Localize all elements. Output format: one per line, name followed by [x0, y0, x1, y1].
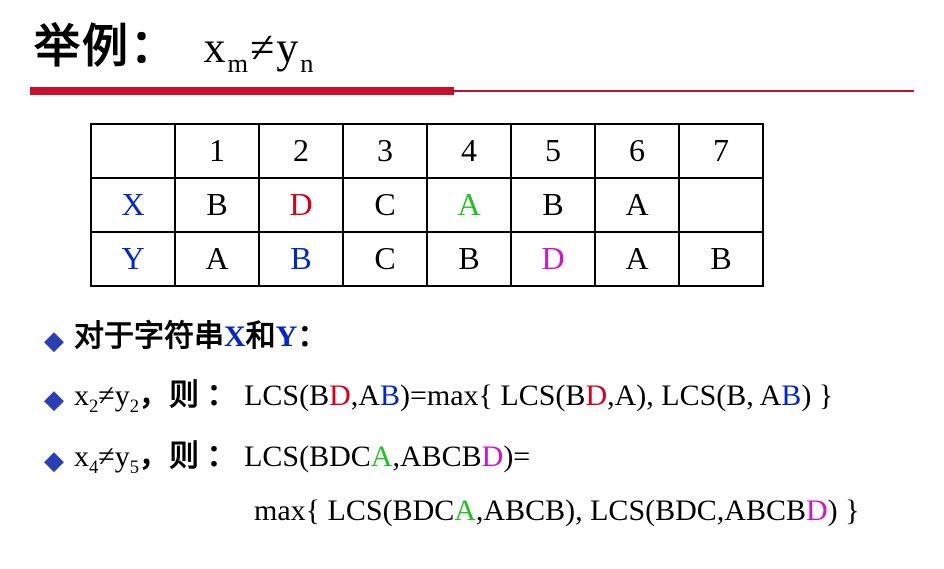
sequence-table: 1 2 3 4 5 6 7 X B D C A B A Y A B C B D … [90, 123, 764, 287]
header-cell [91, 124, 175, 178]
diamond-icon: ◆ [44, 323, 64, 358]
cell: B [259, 232, 343, 286]
cell: A [595, 232, 679, 286]
diamond-icon: ◆ [44, 382, 64, 417]
header-cell: 5 [511, 124, 595, 178]
cell: D [259, 178, 343, 232]
table-row: X B D C A B A [91, 178, 763, 232]
header-cell: 1 [175, 124, 259, 178]
title-equation: xm≠yn [204, 23, 316, 72]
bullet-3: ◆ x4≠y5，则 ： LCS(BDCA,ABCBD)= [44, 437, 914, 480]
diamond-icon: ◆ [44, 443, 64, 478]
bullet-3-text: x4≠y5，则 ： LCS(BDCA,ABCBD)= [74, 437, 530, 480]
slide-title: 举例： xm≠yn [34, 10, 914, 79]
cell [679, 178, 763, 232]
cell: B [511, 178, 595, 232]
title-cn: 举例： [34, 21, 178, 72]
header-cell: 7 [679, 124, 763, 178]
table-header-row: 1 2 3 4 5 6 7 [91, 124, 763, 178]
bullet-1: ◆ 对于字符串X和Y： [44, 317, 914, 358]
bullet-list: ◆ 对于字符串X和Y： ◆ x2≠y2，则 ： LCS(BD,AB)=max{ … [44, 317, 914, 528]
cell: C [343, 232, 427, 286]
cell: B [679, 232, 763, 286]
header-cell: 4 [427, 124, 511, 178]
cell: B [175, 178, 259, 232]
row-label: Y [91, 232, 175, 286]
bullet-1-text: 对于字符串X和Y： [74, 317, 327, 358]
cell: C [343, 178, 427, 232]
bullet-2-text: x2≠y2，则 ： LCS(BD,AB)=max{ LCS(BD,A), LCS… [74, 376, 833, 419]
cell: D [511, 232, 595, 286]
header-cell: 2 [259, 124, 343, 178]
bullet-2: ◆ x2≠y2，则 ： LCS(BD,AB)=max{ LCS(BD,A), L… [44, 376, 914, 419]
table-row: Y A B C B D A B [91, 232, 763, 286]
cell: A [595, 178, 679, 232]
cell: B [427, 232, 511, 286]
header-cell: 3 [343, 124, 427, 178]
header-cell: 6 [595, 124, 679, 178]
bullet-3-continuation: max{ LCS(BDCA,ABCB), LCS(BDC,ABCBD) } [254, 494, 914, 528]
title-rule [30, 87, 914, 95]
slide: 举例： xm≠yn 1 2 3 4 5 6 7 X B D C A B A [0, 0, 944, 528]
cell: A [427, 178, 511, 232]
cell: A [175, 232, 259, 286]
row-label: X [91, 178, 175, 232]
